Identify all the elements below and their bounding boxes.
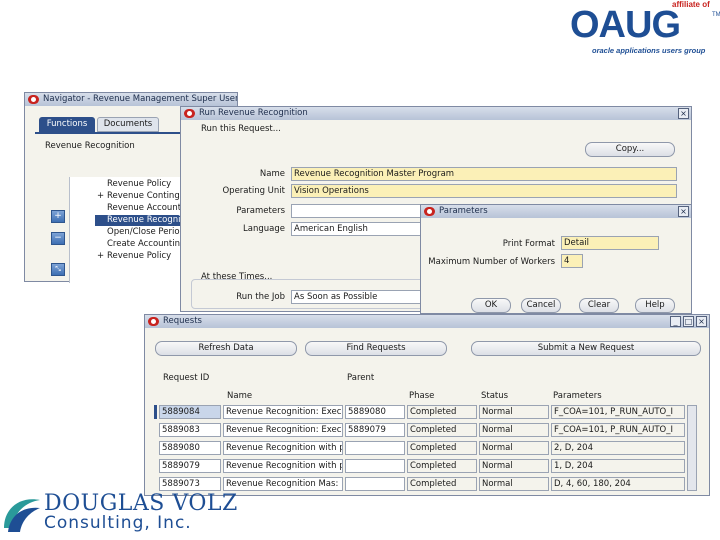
run-job-field[interactable]: As Soon as Possible <box>291 290 427 304</box>
parameters-titlebar[interactable]: Parameters <box>421 205 691 218</box>
requests-title: Requests <box>163 316 202 326</box>
status-cell[interactable]: Normal <box>479 441 549 455</box>
parameters-cell[interactable]: 1, D, 204 <box>551 459 685 473</box>
tab-functions[interactable]: Functions <box>39 117 95 132</box>
remove-from-toolbar-button[interactable]: − <box>51 232 65 245</box>
col-header-name: Name <box>227 391 253 401</box>
col-header-request-id: Request ID <box>163 373 210 383</box>
operating-unit-field[interactable]: Vision Operations <box>291 184 677 198</box>
parent-id-cell[interactable]: 5889079 <box>345 423 405 437</box>
language-label: Language <box>243 224 285 234</box>
request-id-cell[interactable]: 5889084 <box>159 405 221 419</box>
print-format-field[interactable]: Detail <box>561 236 659 250</box>
parameters-dialog: Parameters × Print Format Detail Maximum… <box>420 204 692 314</box>
request-id-cell[interactable]: 5889073 <box>159 477 221 491</box>
navigator-title: Navigator - Revenue Management Super Use… <box>43 94 237 104</box>
oaug-tagline: oracle applications users group <box>592 46 706 55</box>
request-name-cell[interactable]: Revenue Recognition: Exec <box>223 423 343 437</box>
max-workers-label: Maximum Number of Workers <box>428 257 555 267</box>
oracle-window-icon <box>28 95 39 104</box>
help-button[interactable]: Help <box>635 298 675 313</box>
current-record-indicator <box>154 405 157 419</box>
ok-button[interactable]: OK <box>471 298 511 313</box>
close-icon[interactable]: × <box>678 108 689 119</box>
expand-icon: + <box>97 251 105 261</box>
find-requests-button[interactable]: Find Requests <box>305 341 447 356</box>
parent-id-cell[interactable] <box>345 459 405 473</box>
col-header-parent: Parent <box>347 373 375 383</box>
oaug-logo: OAUG <box>570 4 681 46</box>
oracle-window-icon <box>148 317 159 326</box>
run-request-title: Run Revenue Recognition <box>199 108 308 118</box>
parameters-cell[interactable]: F_COA=101, P_RUN_AUTO_I <box>551 423 685 437</box>
phase-cell[interactable]: Completed <box>407 459 477 473</box>
oracle-window-icon <box>184 109 195 118</box>
navigator-heading: Revenue Recognition <box>45 141 135 151</box>
navigator-titlebar[interactable]: Navigator - Revenue Management Super Use… <box>25 93 237 106</box>
max-workers-field[interactable]: 4 <box>561 254 583 268</box>
parameters-cell[interactable]: D, 4, 60, 180, 204 <box>551 477 685 491</box>
cancel-button[interactable]: Cancel <box>521 298 561 313</box>
refresh-data-button[interactable]: Refresh Data <box>155 341 297 356</box>
parameters-cell[interactable]: 2, D, 204 <box>551 441 685 455</box>
request-id-cell[interactable]: 5889080 <box>159 441 221 455</box>
print-format-label: Print Format <box>502 239 555 249</box>
request-id-cell[interactable]: 5889083 <box>159 423 221 437</box>
name-label: Name <box>259 169 285 179</box>
parameters-title: Parameters <box>439 206 488 216</box>
expand-collapse-button[interactable]: ⤡ <box>51 263 65 276</box>
phase-cell[interactable]: Completed <box>407 477 477 491</box>
phase-cell[interactable]: Completed <box>407 441 477 455</box>
status-cell[interactable]: Normal <box>479 459 549 473</box>
phase-cell[interactable]: Completed <box>407 423 477 437</box>
request-name-cell[interactable]: Revenue Recognition Mas: <box>223 477 343 491</box>
status-cell[interactable]: Normal <box>479 423 549 437</box>
oracle-window-icon <box>424 207 435 216</box>
col-header-phase: Phase <box>409 391 435 401</box>
submit-new-request-button[interactable]: Submit a New Request <box>471 341 701 356</box>
expand-icon: + <box>97 191 105 201</box>
col-header-status: Status <box>481 391 509 401</box>
col-header-parameters: Parameters <box>553 391 602 401</box>
status-cell[interactable]: Normal <box>479 477 549 491</box>
douglas-volz-subtitle: Consulting, Inc. <box>44 513 192 533</box>
add-to-toolbar-button[interactable]: + <box>51 210 65 223</box>
requests-window: Requests _ □ × Refresh Data Find Request… <box>144 314 710 496</box>
request-name-cell[interactable]: Revenue Recognition with p <box>223 459 343 473</box>
close-icon[interactable]: × <box>696 316 707 327</box>
douglas-volz-logo-mark <box>4 499 40 532</box>
nav-item-label: Create Accounting <box>107 239 186 249</box>
nav-item-label: Revenue Policy <box>107 179 172 189</box>
request-name-cell[interactable]: Revenue Recognition with p <box>223 441 343 455</box>
close-icon[interactable]: × <box>678 206 689 217</box>
maximize-icon[interactable]: □ <box>683 316 694 327</box>
request-name-cell[interactable]: Revenue Recognition: Exec <box>223 405 343 419</box>
phase-cell[interactable]: Completed <box>407 405 477 419</box>
run-section-label: Run this Request... <box>201 124 281 134</box>
clear-button[interactable]: Clear <box>579 298 619 313</box>
requests-titlebar[interactable]: Requests <box>145 315 709 328</box>
parameters-label: Parameters <box>236 206 285 216</box>
parent-id-cell[interactable]: 5889080 <box>345 405 405 419</box>
oaug-trademark: TM <box>712 12 720 18</box>
nav-item-label: Revenue Policy <box>107 251 172 261</box>
copy-button[interactable]: Copy... <box>585 142 675 157</box>
tab-documents[interactable]: Documents <box>97 117 159 132</box>
operating-unit-label: Operating Unit <box>222 186 285 196</box>
run-job-label: Run the Job <box>236 292 285 302</box>
program-name-field[interactable]: Revenue Recognition Master Program <box>291 167 677 181</box>
parameters-cell[interactable]: F_COA=101, P_RUN_AUTO_I <box>551 405 685 419</box>
parent-id-cell[interactable] <box>345 441 405 455</box>
parent-id-cell[interactable] <box>345 477 405 491</box>
minimize-icon[interactable]: _ <box>670 316 681 327</box>
vertical-scrollbar[interactable] <box>687 405 697 491</box>
status-cell[interactable]: Normal <box>479 405 549 419</box>
nav-item-label: Open/Close Periods <box>107 227 190 237</box>
run-request-titlebar[interactable]: Run Revenue Recognition <box>181 107 691 120</box>
request-id-cell[interactable]: 5889079 <box>159 459 221 473</box>
